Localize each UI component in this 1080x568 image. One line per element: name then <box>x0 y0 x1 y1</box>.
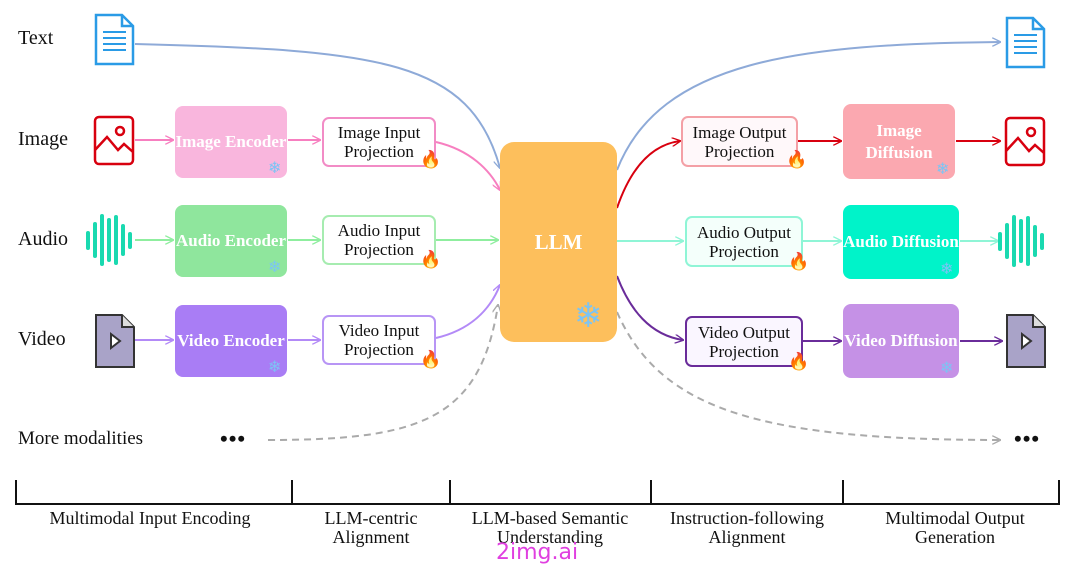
snowflake-icon: ❄ <box>936 161 950 178</box>
stage-bracket <box>15 480 1060 505</box>
stage-label: Multimodal Output Generation <box>885 508 1025 547</box>
image-icon <box>93 115 135 166</box>
image-icon <box>1004 116 1046 167</box>
video-arrow-3 <box>435 285 500 339</box>
fire-icon: 🔥 <box>420 350 442 369</box>
fire-icon: 🔥 <box>786 150 808 169</box>
document-icon <box>1005 16 1046 69</box>
ellipsis-icon: ••• <box>220 426 247 451</box>
video-file-icon <box>95 314 135 368</box>
ellipsis-icon: ••• <box>1014 426 1041 451</box>
snowflake-icon: ❄ <box>268 160 282 177</box>
watermark: 2img.ai <box>496 540 579 565</box>
snowflake-icon: ❄ <box>940 360 954 377</box>
stage-label: Instruction-following Alignment <box>670 508 824 547</box>
fire-icon: 🔥 <box>420 150 442 169</box>
image-output-projection: Image Output Projection <box>681 116 798 167</box>
stage-label: Multimodal Input Encoding <box>49 508 251 528</box>
row-label-video: Video <box>18 328 66 350</box>
image-input-projection: Image Input Projection <box>322 117 436 167</box>
document-icon <box>94 13 135 66</box>
audio-output-projection: Audio Output Projection <box>685 216 803 267</box>
row-label-text: Text <box>18 27 54 49</box>
video-file-icon <box>1006 314 1046 368</box>
video-input-projection: Video Input Projection <box>322 315 436 365</box>
video-output-projection: Video Output Projection <box>685 316 803 367</box>
row-label-audio: Audio <box>18 228 68 250</box>
snowflake-icon: ❄ <box>268 259 282 276</box>
video-out-arrow-1 <box>616 275 683 340</box>
audio-input-projection: Audio Input Projection <box>322 215 436 265</box>
stage-label: LLM-centric Alignment <box>324 508 418 547</box>
snowflake-icon: ❄ <box>574 298 603 335</box>
waveform-icon <box>998 215 1044 267</box>
row-label-more: More modalities <box>18 428 144 449</box>
mllm-architecture-diagram: Text Image Audio Video More modalities •… <box>0 0 1080 568</box>
image-arrow-3 <box>435 141 500 190</box>
fire-icon: 🔥 <box>788 252 810 271</box>
fire-icon: 🔥 <box>788 352 810 371</box>
snowflake-icon: ❄ <box>940 261 954 278</box>
fire-icon: 🔥 <box>420 250 442 269</box>
row-label-image: Image <box>18 128 68 150</box>
snowflake-icon: ❄ <box>268 359 282 376</box>
waveform-icon <box>86 214 132 266</box>
